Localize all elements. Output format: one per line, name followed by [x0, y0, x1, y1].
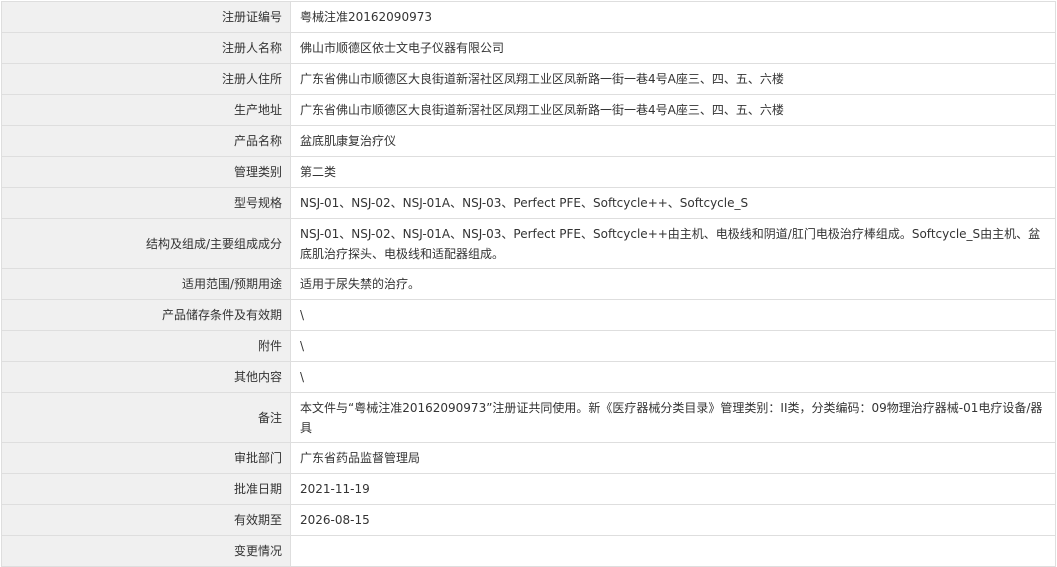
row-label: 注册人住所 [1, 63, 291, 95]
row-product-name: 产品名称 盆底肌康复治疗仪 [1, 125, 1056, 157]
row-value: 粤械注准20162090973 [290, 1, 1056, 33]
row-approval-date: 批准日期 2021-11-19 [1, 473, 1056, 505]
row-value: 广东省佛山市顺德区大良街道新滘社区凤翔工业区凤新路一街一巷4号A座三、四、五、六… [290, 63, 1056, 95]
row-value: 广东省药品监督管理局 [290, 442, 1056, 474]
row-value: \ [290, 299, 1056, 331]
row-intended-use: 适用范围/预期用途 适用于尿失禁的治疗。 [1, 268, 1056, 300]
row-other-content: 其他内容 \ [1, 361, 1056, 393]
row-registration-number: 注册证编号 粤械注准20162090973 [1, 1, 1056, 33]
row-label: 批准日期 [1, 473, 291, 505]
row-label: 型号规格 [1, 187, 291, 219]
row-value: 适用于尿失禁的治疗。 [290, 268, 1056, 300]
row-change-history: 变更情况 [1, 535, 1056, 567]
row-registrant-name: 注册人名称 佛山市顺德区依士文电子仪器有限公司 [1, 32, 1056, 64]
row-approval-department: 审批部门 广东省药品监督管理局 [1, 442, 1056, 474]
row-model-spec: 型号规格 NSJ-01、NSJ-02、NSJ-01A、NSJ-03、Perfec… [1, 187, 1056, 219]
row-valid-until: 有效期至 2026-08-15 [1, 504, 1056, 536]
row-label: 审批部门 [1, 442, 291, 474]
row-value: 2021-11-19 [290, 473, 1056, 505]
row-value: \ [290, 330, 1056, 362]
row-value: 广东省佛山市顺德区大良街道新滘社区凤翔工业区凤新路一街一巷4号A座三、四、五、六… [290, 94, 1056, 126]
row-value: 本文件与“粤械注准20162090973”注册证共同使用。新《医疗器械分类目录》… [290, 392, 1056, 443]
row-attachments: 附件 \ [1, 330, 1056, 362]
row-remarks: 备注 本文件与“粤械注准20162090973”注册证共同使用。新《医疗器械分类… [1, 392, 1056, 443]
row-value: 第二类 [290, 156, 1056, 188]
row-value: NSJ-01、NSJ-02、NSJ-01A、NSJ-03、Perfect PFE… [290, 218, 1056, 269]
row-label: 变更情况 [1, 535, 291, 567]
row-value [290, 535, 1056, 567]
row-value: \ [290, 361, 1056, 393]
row-label: 其他内容 [1, 361, 291, 393]
row-label: 有效期至 [1, 504, 291, 536]
row-label: 产品名称 [1, 125, 291, 157]
row-label: 注册人名称 [1, 32, 291, 64]
row-value: 盆底肌康复治疗仪 [290, 125, 1056, 157]
row-label: 附件 [1, 330, 291, 362]
row-label: 注册证编号 [1, 1, 291, 33]
row-label: 适用范围/预期用途 [1, 268, 291, 300]
row-management-category: 管理类别 第二类 [1, 156, 1056, 188]
row-label: 产品储存条件及有效期 [1, 299, 291, 331]
row-label: 生产地址 [1, 94, 291, 126]
row-value: NSJ-01、NSJ-02、NSJ-01A、NSJ-03、Perfect PFE… [290, 187, 1056, 219]
row-value: 佛山市顺德区依士文电子仪器有限公司 [290, 32, 1056, 64]
row-registrant-address: 注册人住所 广东省佛山市顺德区大良街道新滘社区凤翔工业区凤新路一街一巷4号A座三… [1, 63, 1056, 95]
row-production-address: 生产地址 广东省佛山市顺德区大良街道新滘社区凤翔工业区凤新路一街一巷4号A座三、… [1, 94, 1056, 126]
registration-detail-table: 注册证编号 粤械注准20162090973 注册人名称 佛山市顺德区依士文电子仪… [1, 1, 1056, 567]
row-label: 管理类别 [1, 156, 291, 188]
row-storage-validity: 产品储存条件及有效期 \ [1, 299, 1056, 331]
row-label: 结构及组成/主要组成成分 [1, 218, 291, 269]
row-label: 备注 [1, 392, 291, 443]
row-structure-composition: 结构及组成/主要组成成分 NSJ-01、NSJ-02、NSJ-01A、NSJ-0… [1, 218, 1056, 269]
row-value: 2026-08-15 [290, 504, 1056, 536]
